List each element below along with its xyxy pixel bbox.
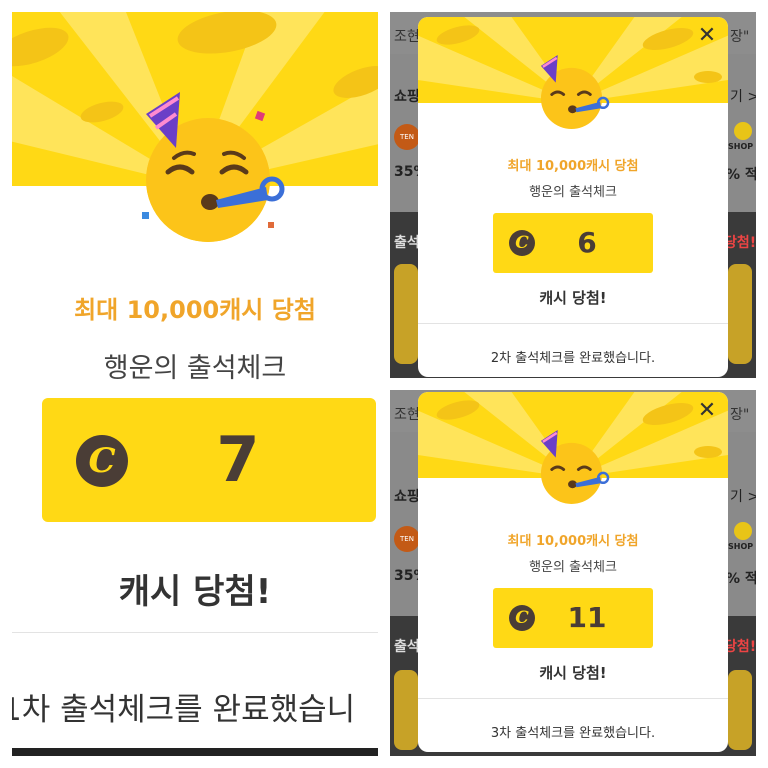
- bottom-bar: [12, 748, 378, 756]
- cash-amount: 6: [577, 226, 597, 259]
- divider: [418, 698, 728, 699]
- background-text: 장": [730, 29, 750, 45]
- background-logo: [734, 122, 752, 140]
- close-icon[interactable]: ✕: [696, 25, 718, 47]
- attendance-subtitle: 행운의 출석체크: [529, 560, 617, 575]
- divider: [12, 632, 378, 633]
- background-shopping-label: 쇼핑: [394, 89, 420, 105]
- background-percent: % 적립: [726, 571, 756, 587]
- party-face-emoji-icon: [142, 92, 285, 242]
- cash-reward-box: C 11: [493, 588, 653, 648]
- attendance-popup: ✕ 최대 10,000캐시 당첨 행운의 출석체크 C 11 캐시 당첨! 3차…: [418, 392, 728, 752]
- background-banner: [394, 264, 418, 364]
- max-prize-text: 최대 10,000캐시 당첨: [507, 534, 639, 549]
- attendance-popup-2-screen: 조현 장" 쇼핑 기 > TEN SHOP 35% % 적립 출석 당첨!: [390, 12, 756, 378]
- cash-won-label: 캐시 당첨!: [539, 664, 607, 682]
- cash-won-label: 캐시 당첨!: [539, 289, 607, 307]
- cash-coin-icon: C: [509, 605, 535, 631]
- background-banner: [728, 670, 752, 750]
- background-banner: [728, 264, 752, 364]
- cash-won-label: 캐시 당첨!: [118, 572, 272, 612]
- background-logo: [734, 522, 752, 540]
- background-text: 조현: [394, 407, 420, 423]
- cash-amount: 11: [567, 601, 607, 634]
- background-chevron: 기 >: [730, 89, 756, 105]
- party-face-emoji-icon: [540, 55, 610, 129]
- background-text: 조현: [394, 29, 420, 45]
- divider: [418, 323, 728, 324]
- background-banner: [394, 670, 418, 750]
- background-shop-label: SHOP: [728, 142, 754, 151]
- attendance-popup: ✕ 최대 10,000캐시 당첨 행운의 출석체크 C 6 캐시 당첨! 2차 …: [418, 17, 728, 377]
- background-text: 장": [730, 407, 750, 423]
- max-prize-text: 최대 10,000캐시 당첨: [74, 296, 316, 324]
- background-percent: % 적립: [726, 167, 756, 183]
- attendance-popup-1-zoomed: 최대 10,000캐시 당첨 행운의 출석체크 C 7 캐시 당첨! 1차 출석…: [12, 12, 378, 756]
- background-shop-label: SHOP: [728, 542, 754, 551]
- background-attendance: 출석: [394, 235, 420, 251]
- close-icon[interactable]: ✕: [696, 400, 718, 422]
- attendance-popup-3-screen: 조현 장" 쇼핑 기 > TEN SHOP 35% % 적립 출석 당첨!: [390, 390, 756, 756]
- party-face-emoji-icon: [540, 430, 610, 504]
- background-attendance-result: 당첨!: [724, 235, 756, 251]
- background-shopping-label: 쇼핑: [394, 489, 420, 505]
- completion-message: 3차 출석체크를 완료했습니다.: [490, 726, 656, 741]
- completion-message: 2차 출석체크를 완료했습니다.: [490, 351, 656, 366]
- background-logo: TEN: [394, 124, 420, 150]
- cash-reward-box: C 7: [42, 398, 376, 522]
- attendance-subtitle: 행운의 출석체크: [529, 185, 617, 200]
- cash-coin-icon: C: [509, 230, 535, 256]
- cash-reward-box: C 6: [493, 213, 653, 273]
- attendance-subtitle: 행운의 출석체크: [103, 353, 287, 384]
- max-prize-text: 최대 10,000캐시 당첨: [507, 159, 639, 174]
- cash-coin-icon: C: [76, 435, 128, 487]
- cash-amount: 7: [216, 423, 260, 496]
- background-chevron: 기 >: [730, 489, 756, 505]
- background-logo: TEN: [394, 526, 420, 552]
- background-attendance-result: 당첨!: [724, 639, 756, 655]
- completion-message: 1차 출석체크를 완료했습니: [12, 692, 356, 728]
- background-attendance: 출석: [394, 639, 420, 655]
